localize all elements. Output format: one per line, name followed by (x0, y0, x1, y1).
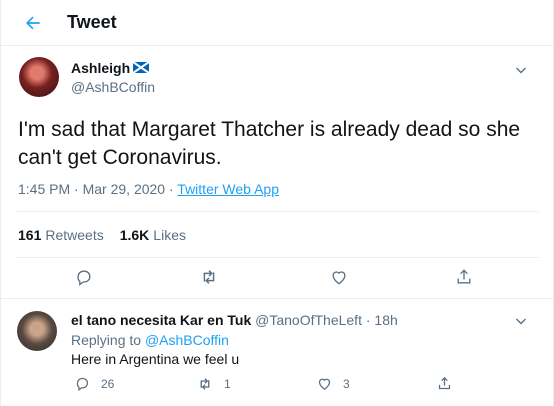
tweet-page: Tweet Ashleigh @AshBCoffin I'm sad that … (0, 0, 554, 406)
chevron-down-icon (516, 67, 526, 74)
speech-bubble-icon (77, 270, 91, 286)
retweet-count: 1 (224, 377, 231, 391)
divider (17, 257, 539, 258)
scotland-flag-icon (132, 60, 150, 76)
author-name[interactable]: Ashleigh (71, 60, 150, 76)
tweet-source-link[interactable]: Twitter Web App (177, 181, 279, 197)
back-button[interactable] (21, 11, 45, 35)
speech-bubble-icon (76, 377, 89, 392)
avatar[interactable] (19, 57, 59, 97)
retweets-stat[interactable]: 161 Retweets (18, 227, 104, 243)
avatar[interactable] (17, 311, 57, 351)
reply-author-handle[interactable]: @TanoOfTheLeft (255, 312, 362, 328)
more-options-button[interactable] (513, 62, 529, 78)
reply-text: Here in Argentina we feel u (71, 351, 240, 367)
tweet-date[interactable]: Mar 29, 2020 (83, 181, 166, 197)
arrow-left-icon (26, 16, 40, 30)
retweet-icon (200, 378, 210, 390)
tweet-text: I'm sad that Margaret Thatcher is alread… (18, 118, 521, 169)
reply-time[interactable]: 18h (374, 312, 397, 328)
reply-header: el tano necesita Kar en Tuk @TanoOfTheLe… (71, 312, 398, 328)
page-title: Tweet (67, 12, 117, 32)
reply-like-button[interactable]: 3 (316, 375, 350, 392)
reply-author-name[interactable]: el tano necesita Kar en Tuk (71, 312, 251, 328)
chevron-down-icon (516, 318, 526, 325)
replying-to-link[interactable]: @AshBCoffin (145, 332, 229, 348)
share-button[interactable] (453, 266, 475, 288)
author-handle[interactable]: @AshBCoffin (71, 79, 155, 95)
like-count: 3 (343, 376, 350, 391)
reply-reply-button[interactable]: 26 (74, 375, 114, 392)
replying-to: Replying to @AshBCoffin (71, 332, 229, 348)
tweet-meta: 1:45 PM · Mar 29, 2020 · Twitter Web App (18, 181, 279, 197)
page-header: Tweet (1, 0, 554, 46)
retweet-button[interactable] (198, 266, 220, 288)
reply-button[interactable] (73, 266, 95, 288)
heart-icon (318, 378, 331, 390)
reply-share-button[interactable] (436, 375, 463, 392)
divider (1, 298, 554, 299)
likes-stat[interactable]: 1.6K Likes (120, 227, 186, 243)
tweet-time[interactable]: 1:45 PM (18, 181, 70, 197)
share-icon (438, 376, 451, 390)
like-button[interactable] (328, 266, 350, 288)
share-icon (457, 269, 471, 284)
heart-icon (332, 271, 346, 285)
tweet-stats: 161 Retweets 1.6K Likes (18, 227, 186, 243)
reply-retweet-button[interactable]: 1 (196, 375, 231, 393)
divider (17, 211, 539, 212)
reply-count: 26 (101, 376, 115, 391)
reply-more-options-button[interactable] (513, 313, 529, 329)
retweet-icon (203, 270, 215, 284)
